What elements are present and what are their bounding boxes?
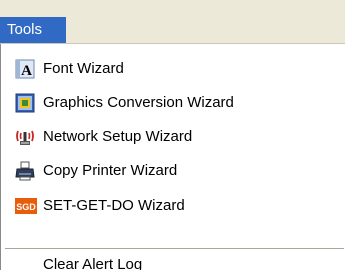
sgd-icon-text: SGD bbox=[16, 202, 36, 212]
menu-item-label: Copy Printer Wizard bbox=[43, 162, 178, 179]
tools-dropdown-menu: A Font Wizard Graphics Conversion Wizard bbox=[0, 44, 345, 270]
menu-item-label: Clear Alert Log bbox=[43, 256, 143, 270]
menu-item-font-wizard[interactable]: A Font Wizard bbox=[1, 55, 344, 83]
menu-item-network-setup-wizard[interactable]: Network Setup Wizard bbox=[1, 123, 344, 151]
menu-item-copy-printer-wizard[interactable]: Copy Printer Wizard bbox=[1, 157, 344, 185]
menu-separator bbox=[5, 248, 344, 249]
menu-item-set-get-do-wizard[interactable]: SGD SET-GET-DO Wizard bbox=[1, 192, 344, 220]
svg-text:A: A bbox=[21, 63, 32, 79]
copy-printer-icon bbox=[15, 161, 35, 181]
menu-item-label: Network Setup Wizard bbox=[43, 128, 193, 145]
font-wizard-icon: A bbox=[15, 59, 35, 79]
sgd-icon: SGD bbox=[15, 196, 37, 216]
menu-item-clear-alert-log[interactable]: Clear Alert Log bbox=[1, 251, 344, 270]
menu-bar: Tools bbox=[0, 0, 345, 44]
graphics-conversion-icon bbox=[15, 93, 35, 113]
tools-menu-title[interactable]: Tools bbox=[0, 17, 66, 43]
menu-item-label: Font Wizard bbox=[43, 60, 124, 77]
network-setup-icon bbox=[15, 127, 35, 147]
menu-item-label: Graphics Conversion Wizard bbox=[43, 94, 234, 111]
menu-item-graphics-conversion-wizard[interactable]: Graphics Conversion Wizard bbox=[1, 89, 344, 117]
menu-item-label: SET-GET-DO Wizard bbox=[43, 197, 185, 214]
